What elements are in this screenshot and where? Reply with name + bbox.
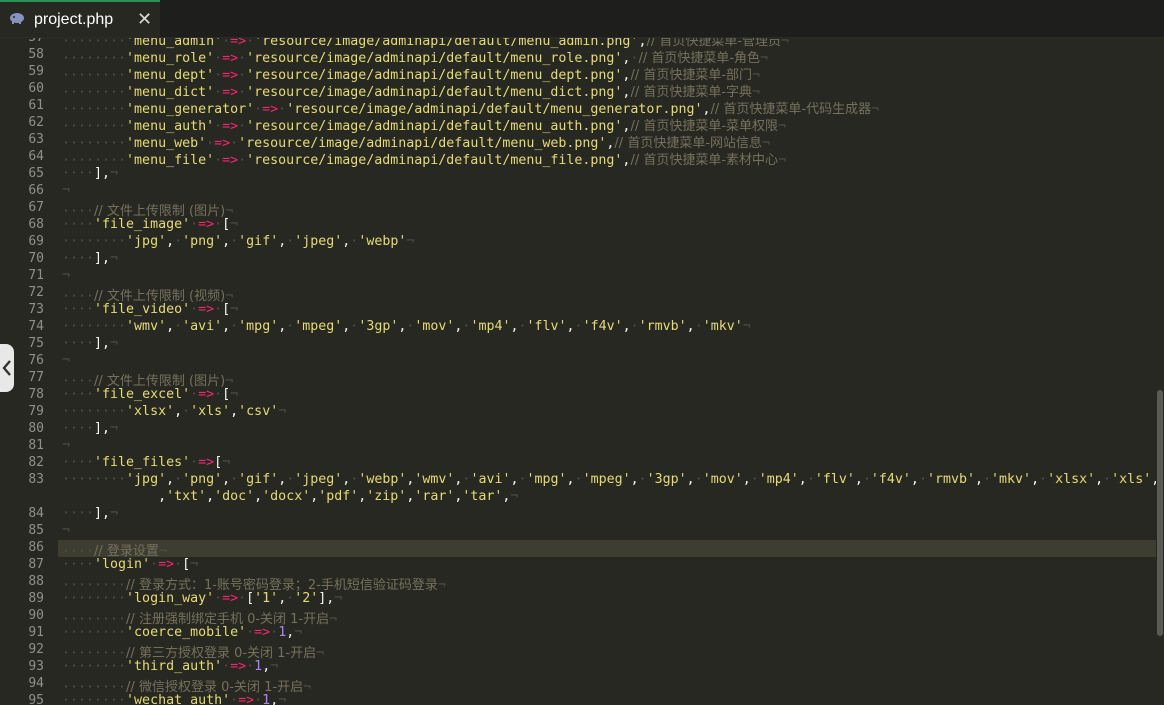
line-number: 59 [28, 64, 44, 79]
tab-title: project.php [34, 11, 114, 28]
code-line[interactable]: ····],¬ [62, 166, 118, 181]
line-number: 67 [28, 200, 44, 215]
line-number: 72 [28, 285, 44, 300]
code-line[interactable]: ¬ [62, 268, 70, 283]
line-number: 83 [28, 472, 44, 487]
code-line[interactable]: ········'coerce_mobile'·=>·1,¬ [62, 625, 302, 640]
code-line[interactable]: ····],¬ [62, 421, 118, 436]
code-line[interactable]: ········'xlsx',·'xls','csv'¬ [62, 404, 286, 419]
line-number: 81 [28, 438, 44, 453]
code-editor[interactable]: 5758596061626364656667686970717273747576… [0, 38, 1164, 705]
line-number: 90 [28, 608, 44, 623]
code-line[interactable]: ····'file_files'·=>[¬ [62, 455, 230, 470]
code-line[interactable]: ¬ [62, 353, 70, 368]
code-line[interactable]: ¬ [62, 523, 70, 538]
close-icon[interactable]: ✕ [137, 9, 152, 30]
line-number: 63 [28, 132, 44, 147]
code-line[interactable]: ····],¬ [62, 336, 118, 351]
line-number: 93 [28, 659, 44, 674]
code-line[interactable]: ········'jpg',·'png',·'gif',·'jpeg',·'we… [62, 472, 1164, 487]
line-number: 89 [28, 591, 44, 606]
code-line[interactable]: ········'jpg',·'png',·'gif',·'jpeg',·'we… [62, 234, 414, 249]
line-number: 64 [28, 149, 44, 164]
tab-bar: project.php ✕ [0, 0, 1164, 38]
line-number: 87 [28, 557, 44, 572]
line-number: 84 [28, 506, 44, 521]
code-line[interactable]: ····'login'·=>·[¬ [62, 557, 198, 572]
line-number: 94 [28, 676, 44, 691]
tab-project-php[interactable]: project.php ✕ [0, 0, 160, 37]
line-number: 70 [28, 251, 44, 266]
code-line[interactable]: ········'wmv',·'avi',·'mpg',·'mpeg',·'3g… [62, 319, 751, 334]
line-number: 65 [28, 166, 44, 181]
code-line[interactable]: ········'login_way'·=>·['1',·'2'],¬ [62, 591, 342, 606]
line-number: 82 [28, 455, 44, 470]
code-line[interactable]: ····'file_image'·=>·[¬ [62, 217, 238, 232]
line-number: 88 [28, 574, 44, 589]
line-number: 61 [28, 98, 44, 113]
line-number: 71 [28, 268, 44, 283]
line-number: 92 [28, 642, 44, 657]
line-number: 58 [28, 47, 44, 62]
line-number: 85 [28, 523, 44, 538]
code-line[interactable]: ····'file_excel'·=>·[¬ [62, 387, 238, 402]
code-line[interactable]: ¬ [62, 183, 70, 198]
code-line[interactable]: ········'menu_file'·=>·'resource/image/a… [62, 149, 786, 168]
code-line[interactable]: ····'file_video'·=>·[¬ [62, 302, 238, 317]
line-number: 62 [28, 115, 44, 130]
line-number: 86 [28, 540, 44, 555]
line-number: 60 [28, 81, 44, 96]
php-elephant-icon [10, 13, 24, 24]
line-number: 68 [28, 217, 44, 232]
line-number: 73 [28, 302, 44, 317]
code-line[interactable]: ····],¬ [62, 506, 118, 521]
code-line[interactable]: ········'third_auth'·=>·1,¬ [62, 659, 278, 674]
line-number: 95 [28, 693, 44, 705]
line-number: 69 [28, 234, 44, 249]
line-number: 80 [28, 421, 44, 436]
collapse-panel-button[interactable] [0, 344, 14, 392]
line-number: 91 [28, 625, 44, 640]
code-line[interactable]: ········'wechat_auth'·=>·1,¬ [62, 693, 286, 705]
line-number: 74 [28, 319, 44, 334]
line-number: 79 [28, 404, 44, 419]
vertical-scrollbar-thumb[interactable] [1157, 390, 1163, 636]
line-number: 57 [0, 38, 44, 45]
current-line-highlight [0, 540, 1156, 557]
code-line[interactable]: ¬ [62, 438, 70, 453]
chevron-left-icon [2, 360, 11, 376]
code-line[interactable]: ····],¬ [62, 251, 118, 266]
code-line[interactable]: ,'txt','doc','docx','pdf','zip','rar','t… [62, 489, 518, 504]
line-number: 66 [28, 183, 44, 198]
